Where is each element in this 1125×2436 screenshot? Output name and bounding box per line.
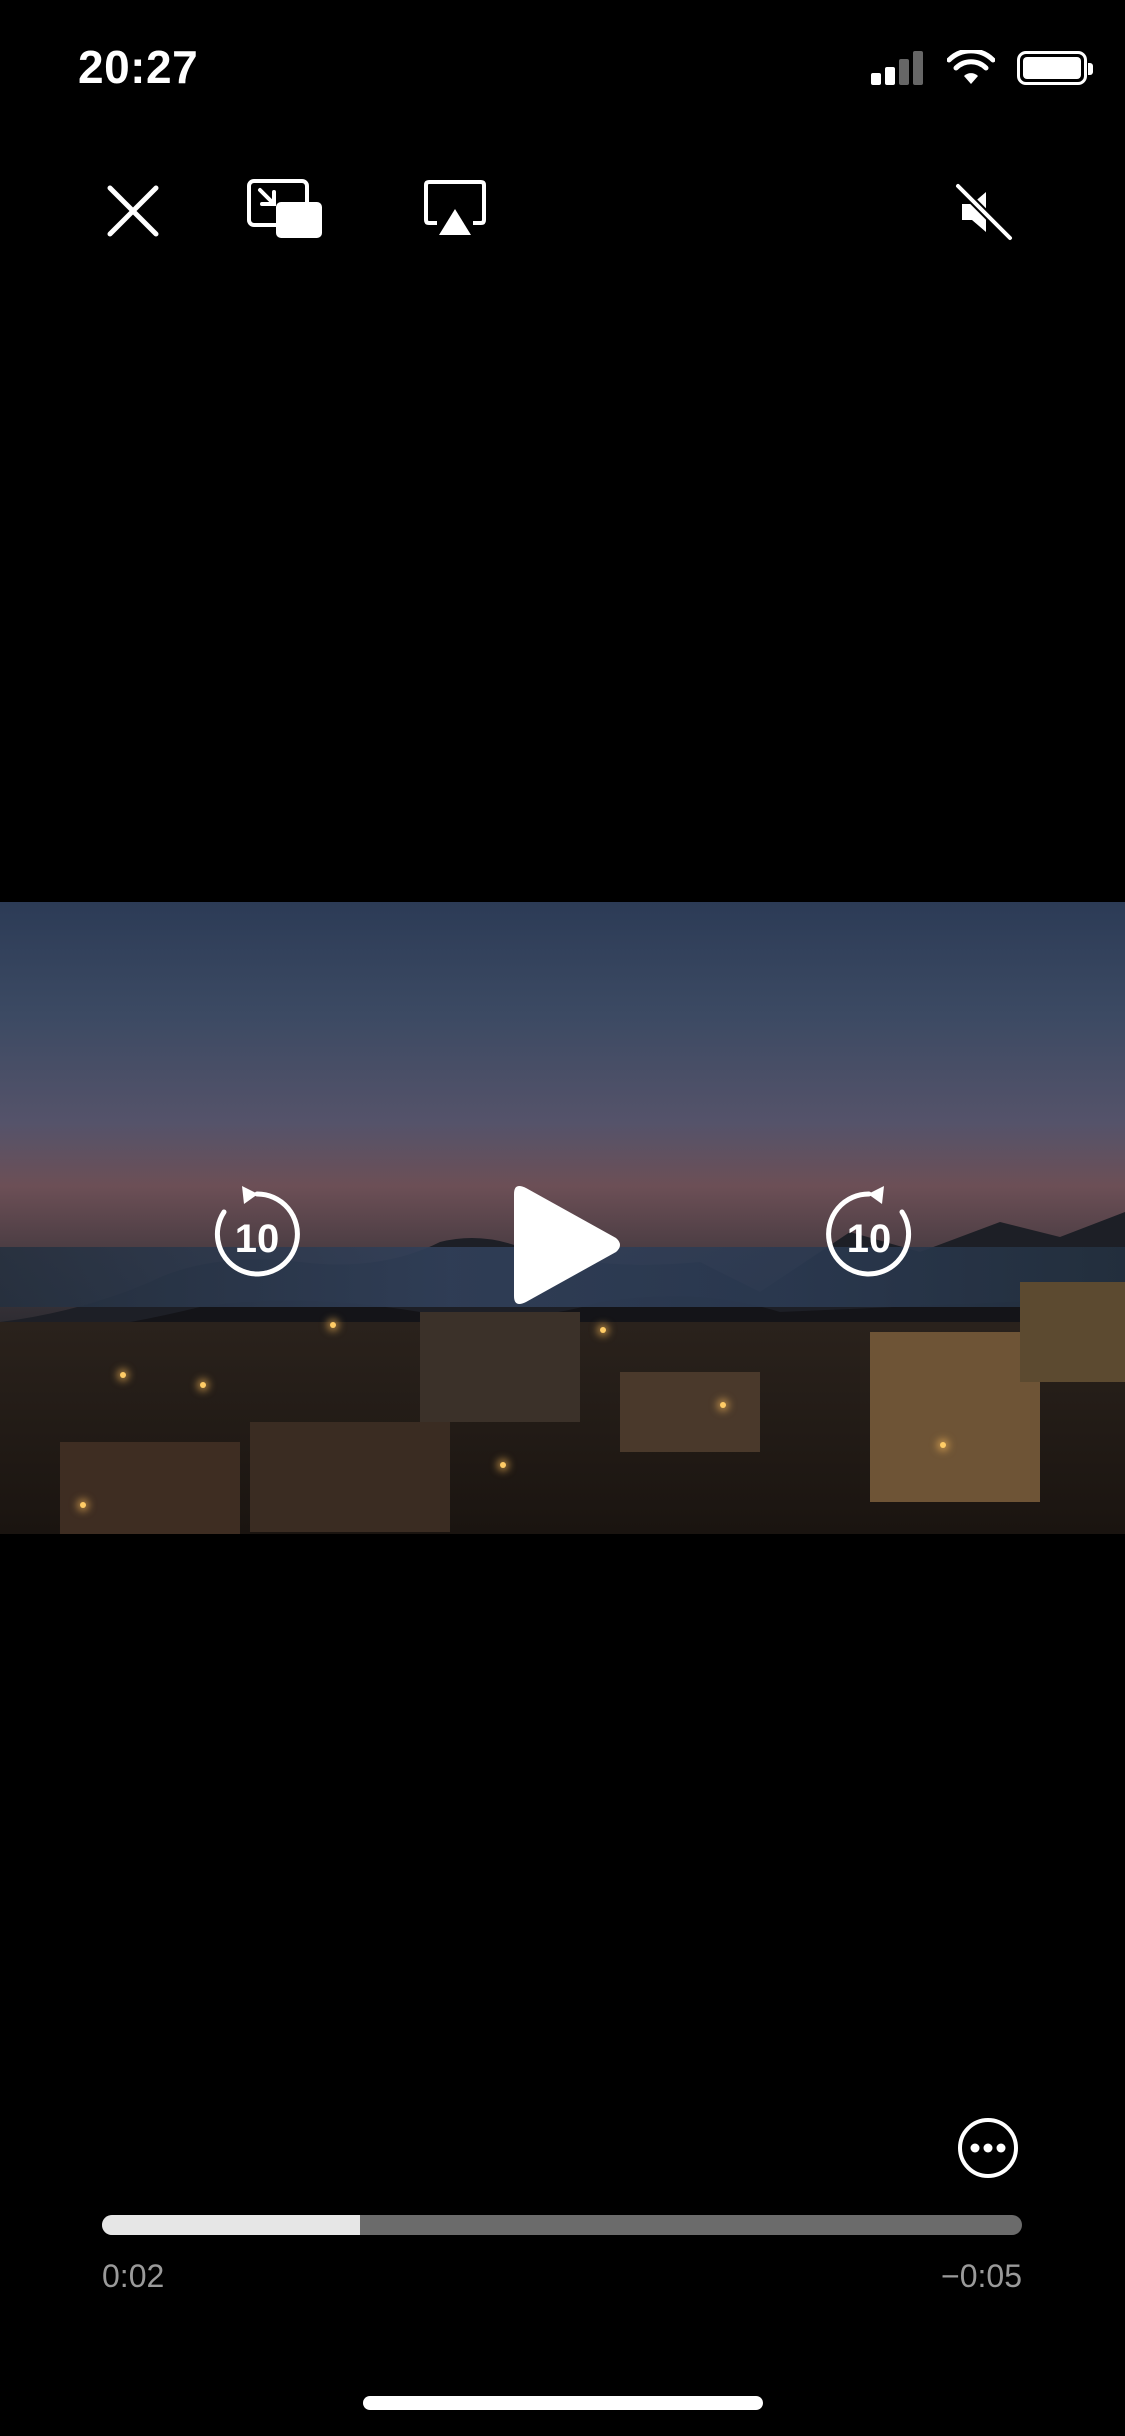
status-bar: 20:27 — [0, 0, 1125, 140]
time-elapsed: 0:02 — [102, 2258, 165, 2294]
picture-in-picture-icon — [247, 179, 322, 238]
mute-button[interactable] — [950, 178, 1018, 246]
video-building — [870, 1332, 1040, 1502]
more-options-icon — [958, 2118, 1018, 2178]
more-options-button[interactable] — [956, 2116, 1020, 2180]
skip-forward-button[interactable]: 10 — [818, 1182, 920, 1284]
video-light — [600, 1327, 606, 1333]
video-light — [940, 1442, 946, 1448]
video-light — [200, 1382, 206, 1388]
signal-icon — [871, 51, 925, 85]
playback-controls: 10 10 — [0, 1180, 1125, 1310]
play-icon — [514, 1186, 620, 1304]
muted-speaker-icon — [955, 183, 1013, 241]
wifi-icon — [947, 50, 995, 84]
play-button[interactable] — [506, 1180, 626, 1310]
video-light — [80, 1502, 86, 1508]
time-remaining: −0:05 — [941, 2258, 1022, 2294]
status-time: 20:27 — [78, 41, 199, 93]
video-building — [250, 1422, 450, 1532]
progress-played — [102, 2215, 360, 2235]
video-light — [330, 1322, 336, 1328]
top-controls — [0, 160, 1125, 250]
skip-forward-seconds: 10 — [846, 1216, 892, 1261]
airplay-button[interactable] — [420, 174, 490, 244]
close-button[interactable] — [100, 178, 166, 244]
airplay-icon — [424, 180, 486, 235]
video-light — [500, 1462, 506, 1468]
video-building — [620, 1372, 760, 1452]
close-icon — [107, 185, 159, 237]
video-building — [60, 1442, 240, 1534]
video-building — [420, 1312, 580, 1422]
skip-back-seconds: 10 — [234, 1216, 280, 1261]
video-light — [120, 1372, 126, 1378]
battery-icon — [1017, 51, 1093, 85]
progress-bar[interactable] — [102, 2215, 1022, 2235]
picture-in-picture-button[interactable] — [244, 172, 328, 248]
skip-back-button[interactable]: 10 — [206, 1182, 308, 1284]
home-indicator[interactable] — [363, 2396, 763, 2410]
video-light — [720, 1402, 726, 1408]
status-icons — [871, 50, 1093, 86]
